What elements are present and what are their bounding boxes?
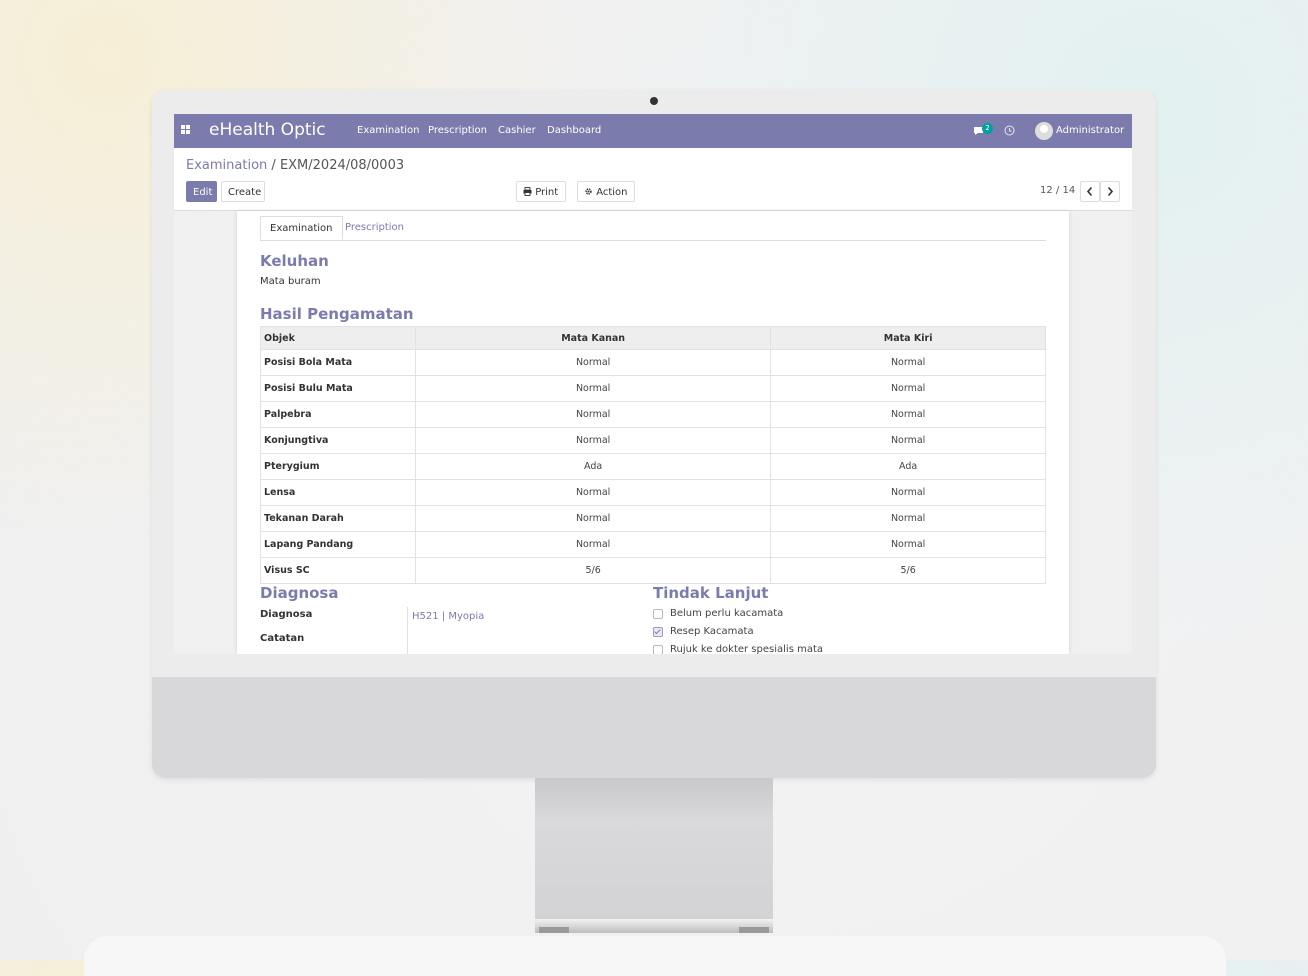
monitor-stand-base — [535, 919, 773, 933]
tindak-lanjut-title: Tindak Lanjut — [653, 584, 769, 602]
keluhan-text: Mata buram — [260, 276, 321, 287]
messages-badge: 2 — [982, 123, 993, 134]
table-row: Lensa Normal Normal — [260, 479, 1046, 506]
action-label: Action — [596, 187, 628, 198]
table-row: Visus SC 5/6 5/6 — [260, 557, 1046, 584]
top-navbar: eHealth Optic Examination Prescription C… — [174, 114, 1132, 148]
row-label: Lapang Pandang — [260, 531, 416, 558]
notebook-tabs: Examination Prescription — [260, 216, 1046, 241]
option-label: Belum perlu kacamata — [670, 608, 784, 619]
table-row: Palpebra Normal Normal — [260, 401, 1046, 428]
row-label: Konjungtiva — [260, 427, 416, 454]
user-avatar[interactable] — [1035, 122, 1053, 140]
menu-examination[interactable]: Examination — [357, 125, 420, 136]
pager-next-button[interactable] — [1100, 181, 1120, 202]
mata-kanan-cell: Ada — [414, 453, 772, 480]
keluhan-title: Keluhan — [260, 252, 329, 270]
breadcrumb: Examination / EXM/2024/08/0003 — [186, 158, 404, 173]
pager-value[interactable]: 12 / 14 — [1040, 185, 1075, 196]
gear-icon — [584, 187, 596, 198]
mata-kiri-cell: Normal — [770, 427, 1046, 454]
app-brand[interactable]: eHealth Optic — [209, 120, 326, 140]
table-row: Posisi Bulu Mata Normal Normal — [260, 375, 1046, 402]
row-label: Palpebra — [260, 401, 416, 428]
print-label: Print — [535, 187, 559, 198]
screen: eHealth Optic Examination Prescription C… — [174, 114, 1132, 654]
checkbox-belum-perlu-kacamata[interactable] — [653, 609, 663, 619]
mata-kanan-cell: Normal — [414, 505, 772, 532]
breadcrumb-separator: / — [271, 158, 276, 173]
print-button[interactable]: Print — [516, 181, 566, 202]
row-label: Tekanan Darah — [260, 505, 416, 532]
table-row: Konjungtiva Normal Normal — [260, 427, 1046, 454]
printer-icon — [523, 187, 535, 198]
diagnosa-value-link[interactable]: H521 | Myopia — [412, 611, 484, 622]
mata-kiri-cell: Ada — [770, 453, 1046, 480]
menu-prescription[interactable]: Prescription — [428, 125, 487, 136]
apps-menu-icon[interactable] — [181, 125, 191, 135]
user-name[interactable]: Administrator — [1056, 125, 1124, 136]
column-header-mata-kanan: Mata Kanan — [414, 326, 772, 350]
table-row: Tekanan Darah Normal Normal — [260, 505, 1046, 532]
mata-kanan-cell: Normal — [414, 531, 772, 558]
catatan-label: Catatan — [260, 633, 305, 644]
mata-kanan-cell: Normal — [414, 479, 772, 506]
mata-kanan-cell: 5/6 — [414, 557, 772, 584]
row-label: Lensa — [260, 479, 416, 506]
table-row: Posisi Bola Mata Normal Normal — [260, 349, 1046, 376]
breadcrumb-current: EXM/2024/08/0003 — [279, 158, 405, 173]
monitor-chin — [152, 677, 1156, 778]
mata-kiri-cell: Normal — [770, 401, 1046, 428]
table-header-row: Objek Mata Kanan Mata Kiri — [260, 326, 1046, 350]
action-button[interactable]: Action — [577, 181, 635, 202]
option-label: Rujuk ke dokter spesialis mata — [670, 644, 823, 654]
row-label: Visus SC — [260, 557, 416, 584]
create-button[interactable]: Create — [221, 181, 265, 202]
mata-kiri-cell: 5/6 — [770, 557, 1046, 584]
diagnosa-label: Diagnosa — [260, 609, 313, 620]
menu-dashboard[interactable]: Dashboard — [547, 125, 601, 136]
hasil-title: Hasil Pengamatan — [260, 305, 414, 323]
monitor-stand — [535, 778, 773, 923]
table-row: Lapang Pandang Normal Normal — [260, 531, 1046, 558]
diagnosa-title: Diagnosa — [260, 584, 339, 602]
control-panel: Examination / EXM/2024/08/0003 Edit Crea… — [174, 148, 1132, 211]
mata-kiri-cell: Normal — [770, 349, 1046, 376]
mata-kanan-cell: Normal — [414, 427, 772, 454]
checkbox-resep-kacamata[interactable] — [653, 627, 663, 637]
option-label: Resep Kacamata — [670, 626, 754, 637]
activity-clock-icon[interactable] — [1004, 125, 1015, 136]
chevron-right-icon — [1101, 182, 1119, 201]
tab-prescription[interactable]: Prescription — [336, 216, 413, 240]
mata-kanan-cell: Normal — [414, 401, 772, 428]
column-header-objek: Objek — [260, 326, 416, 350]
table-row: Pterygium Ada Ada — [260, 453, 1046, 480]
breadcrumb-parent[interactable]: Examination — [186, 158, 267, 173]
row-label: Pterygium — [260, 453, 416, 480]
field-divider — [407, 607, 408, 654]
mata-kiri-cell: Normal — [770, 531, 1046, 558]
tab-examination[interactable]: Examination — [260, 216, 343, 240]
column-header-mata-kiri: Mata Kiri — [770, 326, 1046, 350]
chevron-left-icon — [1081, 182, 1099, 201]
mata-kanan-cell: Normal — [414, 349, 772, 376]
desk-surface — [84, 936, 1226, 976]
mata-kiri-cell: Normal — [770, 375, 1046, 402]
hasil-table: Objek Mata Kanan Mata Kiri Posisi Bola M… — [260, 326, 1046, 584]
row-label: Posisi Bola Mata — [260, 349, 416, 376]
checkbox-rujuk-dokter[interactable] — [653, 645, 663, 654]
camera-dot — [650, 97, 658, 105]
edit-button[interactable]: Edit — [186, 181, 217, 202]
mata-kiri-cell: Normal — [770, 505, 1046, 532]
pager-previous-button[interactable] — [1080, 181, 1100, 202]
row-label: Posisi Bulu Mata — [260, 375, 416, 402]
menu-cashier[interactable]: Cashier — [498, 125, 536, 136]
mata-kiri-cell: Normal — [770, 479, 1046, 506]
mata-kanan-cell: Normal — [414, 375, 772, 402]
form-sheet: Examination Prescription Keluhan Mata bu… — [237, 211, 1069, 654]
